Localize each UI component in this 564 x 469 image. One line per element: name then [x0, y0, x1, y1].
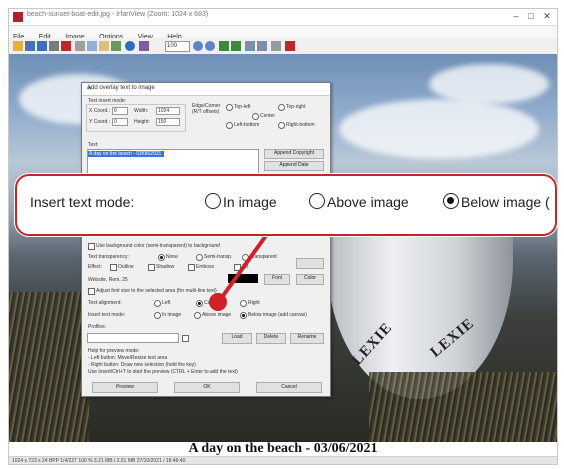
callout-below-image-label: Below image ( — [461, 194, 550, 210]
callout-below-image-radio[interactable] — [443, 193, 459, 209]
callout-in-image-label: In image — [223, 194, 277, 210]
callout-in-image-radio[interactable] — [205, 193, 221, 209]
insert-mode-callout: Insert text mode: In image Above image B… — [15, 174, 557, 236]
callout-insert-mode-label: Insert text mode: — [30, 194, 135, 210]
callout-above-image-label: Above image — [327, 194, 409, 210]
pointer-dot — [209, 293, 227, 311]
callout-above-image-radio[interactable] — [309, 193, 325, 209]
pointer-line — [218, 228, 272, 302]
